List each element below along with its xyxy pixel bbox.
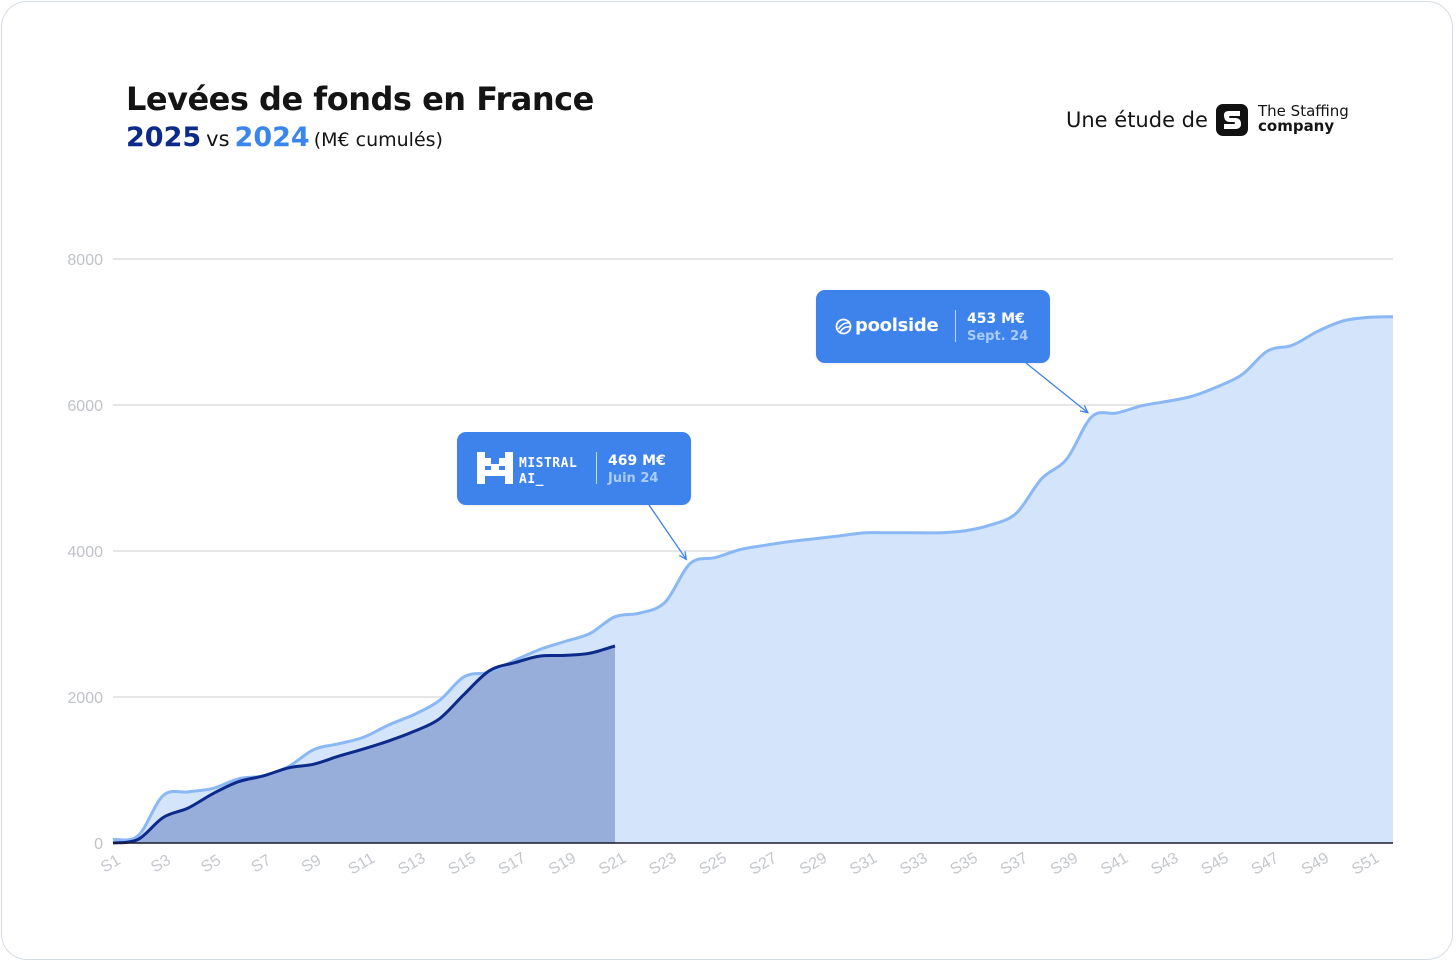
annotation-divider <box>955 310 956 342</box>
x-tick-label: S19 <box>546 850 579 879</box>
x-tick-label: S39 <box>1048 850 1081 879</box>
annotation-mistral: MISTRAL AI_ 469 M€ Juin 24 <box>457 432 691 505</box>
annotation-divider <box>596 452 597 484</box>
x-tick-label: S21 <box>596 850 629 879</box>
x-tick-label: S27 <box>747 850 780 879</box>
y-tick-label: 2000 <box>67 690 103 707</box>
x-tick-label: S41 <box>1098 850 1131 879</box>
x-tick-label: S3 <box>148 852 174 877</box>
annotation-poolside-date: Sept. 24 <box>967 329 1029 344</box>
annotation-poolside-name: poolside <box>855 315 939 336</box>
x-tick-label: S1 <box>98 852 124 877</box>
x-tick-label: S7 <box>249 852 275 877</box>
x-tick-label: S43 <box>1148 850 1181 879</box>
annotation-poolside: poolside 453 M€ Sept. 24 <box>816 290 1050 363</box>
x-tick-label: S35 <box>948 850 981 879</box>
x-tick-label: S9 <box>299 852 325 877</box>
x-tick-label: S5 <box>198 852 224 877</box>
x-tick-label: S25 <box>697 850 730 879</box>
area-2024 <box>113 316 1393 843</box>
y-tick-label: 6000 <box>67 398 103 415</box>
x-tick-label: S33 <box>897 850 930 879</box>
x-tick-label: S23 <box>646 850 679 879</box>
x-tick-label: S15 <box>446 850 479 879</box>
y-tick-label: 8000 <box>67 252 103 269</box>
x-tick-label: S29 <box>797 850 830 879</box>
annotation-poolside-amount: 453 M€ <box>967 311 1025 327</box>
y-tick-label: 0 <box>94 836 103 853</box>
annotation-mistral-name: MISTRAL AI_ <box>519 456 578 487</box>
x-tick-label: S51 <box>1349 850 1382 879</box>
mistral-logo-icon <box>477 452 513 484</box>
poolside-logo-icon <box>835 318 852 335</box>
x-tick-label: S13 <box>395 850 428 879</box>
x-tick-label: S11 <box>346 850 378 878</box>
x-tick-label: S45 <box>1198 850 1231 879</box>
annotation-mistral-amount: 469 M€ <box>608 453 666 469</box>
x-tick-label: S17 <box>496 850 529 879</box>
y-tick-label: 4000 <box>67 544 103 561</box>
x-tick-label: S49 <box>1299 850 1332 879</box>
x-tick-label: S47 <box>1249 850 1282 879</box>
annotation-mistral-date: Juin 24 <box>608 471 659 486</box>
x-tick-label: S31 <box>847 850 880 879</box>
cumulative-fundraising-chart: 0 2000 4000 6000 8000 S1 S3 S5 S7 S9 S11 S13 S15 S17 S… <box>67 252 1394 879</box>
x-tick-label: S37 <box>998 850 1031 879</box>
